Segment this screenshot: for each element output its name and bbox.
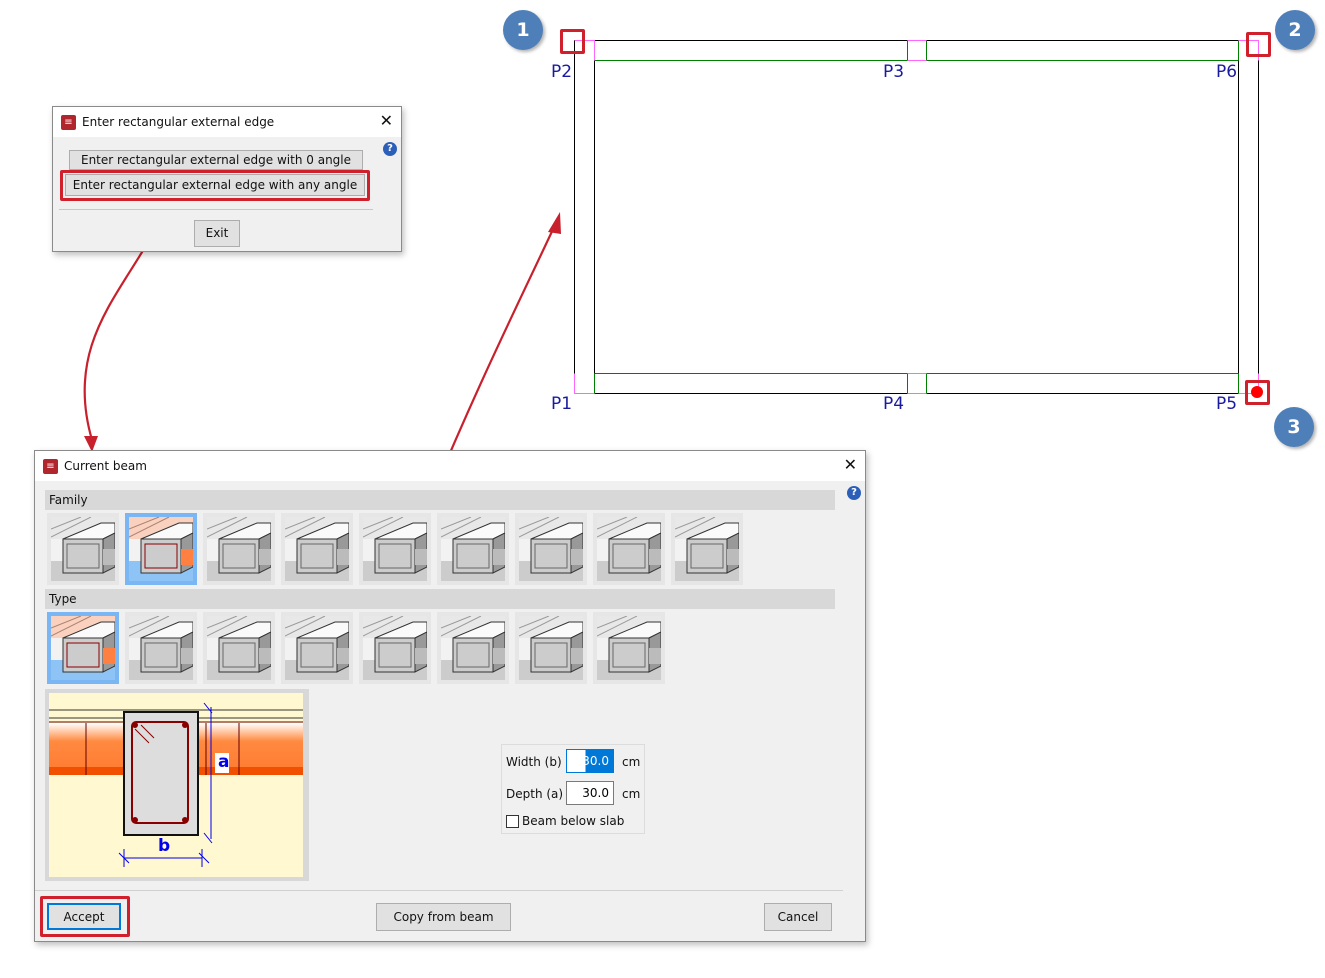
copy-from-beam-button[interactable]: Copy from beam <box>376 903 511 931</box>
divider <box>59 209 373 210</box>
family-option-5[interactable] <box>359 513 431 585</box>
step-badge-2: 2 <box>1275 10 1315 50</box>
family-option-4[interactable] <box>281 513 353 585</box>
family-option-7[interactable] <box>515 513 587 585</box>
section-diagram: a b <box>45 689 309 881</box>
close-icon[interactable]: ✕ <box>380 111 393 130</box>
below-slab-label: Beam below slab <box>522 814 625 828</box>
family-option-6[interactable] <box>437 513 509 585</box>
width-label: Width (b) <box>506 755 562 769</box>
step-badge-1: 1 <box>503 10 543 50</box>
family-option-3[interactable] <box>203 513 275 585</box>
family-option-2[interactable] <box>125 513 197 585</box>
beam-dialog-title: Current beam <box>64 459 147 473</box>
point-label-p6: P6 <box>1216 62 1238 82</box>
depth-input[interactable] <box>566 781 614 805</box>
app-icon: ≡ <box>61 114 76 130</box>
help-icon[interactable]: ? <box>383 142 397 156</box>
zero-angle-button[interactable]: Enter rectangular external edge with 0 a… <box>69 150 363 170</box>
type-option-8[interactable] <box>593 612 665 684</box>
type-option-2[interactable] <box>125 612 197 684</box>
step-badge-3: 3 <box>1274 407 1314 447</box>
family-option-9[interactable] <box>671 513 743 585</box>
edge-dialog-title: Enter rectangular external edge <box>82 115 275 129</box>
family-option-8[interactable] <box>593 513 665 585</box>
corner-p6-highlight <box>1246 32 1271 57</box>
any-angle-highlight <box>60 170 370 201</box>
point-label-p5: P5 <box>1216 394 1238 414</box>
app-icon: ≡ <box>43 458 58 474</box>
type-option-7[interactable] <box>515 612 587 684</box>
family-option-1[interactable] <box>47 513 119 585</box>
dimensions-group: Width (b) cm Depth (a) cm Beam below sla… <box>501 744 645 834</box>
diagram-label-a: a <box>218 752 230 772</box>
accept-highlight <box>40 896 130 937</box>
point-label-p1: P1 <box>551 394 573 414</box>
divider <box>35 890 843 891</box>
diagram-label-b: b <box>158 836 171 856</box>
close-icon[interactable]: ✕ <box>844 455 857 474</box>
corner-p5-highlight <box>1245 380 1270 405</box>
edge-dialog: ≡ Enter rectangular external edge ✕ ? En… <box>52 106 402 252</box>
width-unit: cm <box>622 755 641 769</box>
beam-dialog-titlebar: ≡ Current beam <box>35 451 865 481</box>
exit-button[interactable]: Exit <box>194 220 240 247</box>
point-label-p3: P3 <box>883 62 905 82</box>
cancel-button[interactable]: Cancel <box>764 903 832 931</box>
edge-dialog-titlebar: ≡ Enter rectangular external edge <box>53 107 401 137</box>
family-section-label: Family <box>45 490 835 510</box>
below-slab-checkbox[interactable] <box>506 815 519 828</box>
width-input[interactable] <box>566 749 614 773</box>
depth-unit: cm <box>622 787 641 801</box>
type-option-5[interactable] <box>359 612 431 684</box>
point-label-p4: P4 <box>883 394 905 414</box>
type-option-6[interactable] <box>437 612 509 684</box>
type-section-label: Type <box>45 589 835 609</box>
type-option-4[interactable] <box>281 612 353 684</box>
type-option-1[interactable] <box>47 612 119 684</box>
beam-dialog: ≡ Current beam ✕ ? Family Type a b Width… <box>34 450 866 942</box>
help-icon[interactable]: ? <box>847 486 861 500</box>
point-label-p2: P2 <box>551 62 573 82</box>
corner-p2-highlight <box>560 29 585 54</box>
type-option-3[interactable] <box>203 612 275 684</box>
depth-label: Depth (a) <box>506 787 564 801</box>
